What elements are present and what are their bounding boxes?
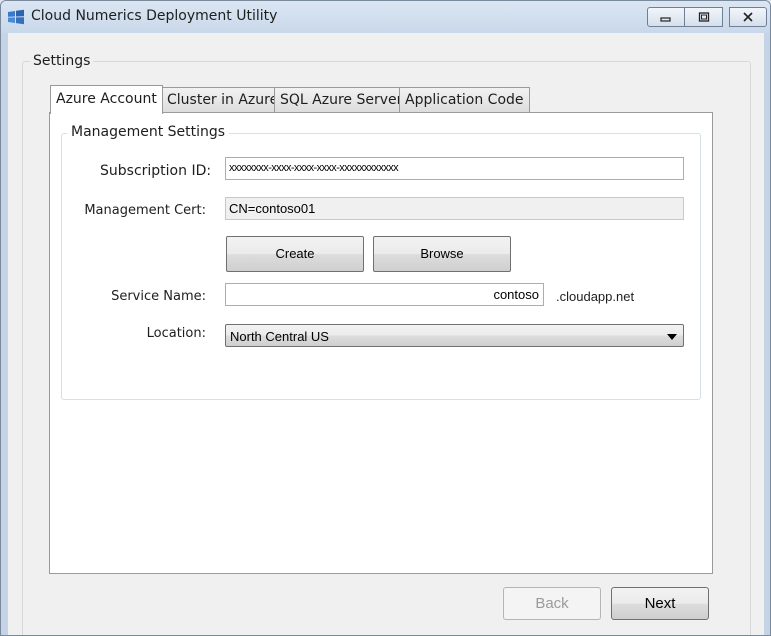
maximize-icon (698, 12, 709, 22)
create-button[interactable]: Create (226, 236, 364, 272)
settings-legend: Settings (30, 53, 94, 69)
service-name-label: Service Name: (111, 289, 206, 304)
location-label: Location: (146, 326, 206, 341)
chevron-down-icon (667, 334, 677, 340)
tab-azure-account[interactable]: Azure Account (50, 85, 163, 114)
subscription-id-field[interactable]: xxxxxxxx-xxxx-xxxx-xxxx-xxxxxxxxxxxx (225, 157, 684, 180)
window-title: Cloud Numerics Deployment Utility (31, 8, 278, 24)
minimize-button[interactable] (647, 7, 685, 27)
management-cert-label: Management Cert: (84, 203, 206, 218)
maximize-button[interactable] (685, 7, 723, 27)
tab-cluster-in-azure[interactable]: Cluster in Azure (161, 87, 285, 113)
back-button[interactable]: Back (503, 587, 601, 620)
management-settings-legend: Management Settings (67, 124, 230, 140)
close-button[interactable] (729, 7, 767, 27)
tab-page-azure-account: Management Settings Subscription ID: xxx… (49, 112, 713, 574)
location-selected-value: North Central US (230, 329, 329, 344)
client-area: Settings Azure Account Cluster in Azure … (8, 33, 764, 635)
management-cert-field: CN=contoso01 (225, 197, 684, 220)
browse-button[interactable]: Browse (373, 236, 511, 272)
tab-sql-azure-server[interactable]: SQL Azure Server (274, 87, 409, 113)
subscription-id-label: Subscription ID: (100, 163, 212, 179)
app-window: Cloud Numerics Deployment Utility Settin… (0, 0, 771, 636)
windows-logo-icon (8, 9, 24, 25)
service-domain-suffix: .cloudapp.net (556, 289, 635, 304)
close-icon (743, 12, 753, 22)
tab-application-code[interactable]: Application Code (399, 87, 530, 113)
next-button[interactable]: Next (611, 587, 709, 620)
title-bar[interactable]: Cloud Numerics Deployment Utility (1, 1, 770, 33)
minimize-icon (660, 17, 671, 22)
location-dropdown[interactable]: North Central US (225, 324, 684, 347)
service-name-field[interactable]: contoso (225, 283, 544, 306)
